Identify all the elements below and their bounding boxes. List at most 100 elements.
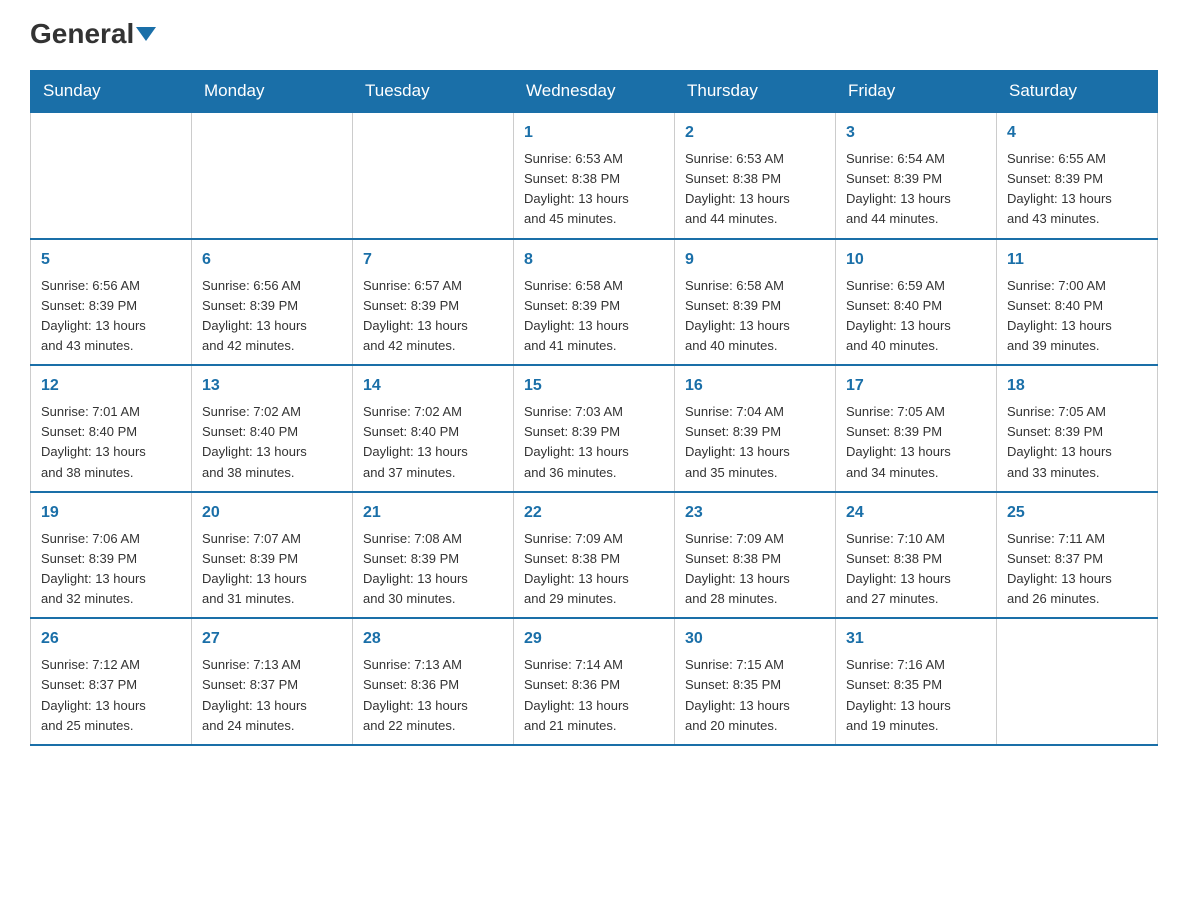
day-number: 10 <box>846 248 986 272</box>
calendar-cell <box>997 618 1158 745</box>
day-number: 4 <box>1007 121 1147 145</box>
calendar-cell: 11 Sunrise: 7:00 AM Sunset: 8:40 PM Dayli… <box>997 239 1158 366</box>
day-number: 12 <box>41 374 181 398</box>
day-number: 18 <box>1007 374 1147 398</box>
day-info: Sunrise: 7:05 AM Sunset: 8:39 PM Dayligh… <box>846 402 986 483</box>
day-info: Sunrise: 7:03 AM Sunset: 8:39 PM Dayligh… <box>524 402 664 483</box>
day-info: Sunrise: 7:02 AM Sunset: 8:40 PM Dayligh… <box>363 402 503 483</box>
day-number: 7 <box>363 248 503 272</box>
calendar-cell <box>353 112 514 239</box>
day-info: Sunrise: 7:01 AM Sunset: 8:40 PM Dayligh… <box>41 402 181 483</box>
calendar-cell: 31 Sunrise: 7:16 AM Sunset: 8:35 PM Dayli… <box>836 618 997 745</box>
day-number: 6 <box>202 248 342 272</box>
day-info: Sunrise: 7:08 AM Sunset: 8:39 PM Dayligh… <box>363 529 503 610</box>
calendar-cell: 19 Sunrise: 7:06 AM Sunset: 8:39 PM Dayli… <box>31 492 192 619</box>
calendar-table: SundayMondayTuesdayWednesdayThursdayFrid… <box>30 70 1158 746</box>
day-number: 23 <box>685 501 825 525</box>
day-number: 8 <box>524 248 664 272</box>
day-number: 26 <box>41 627 181 651</box>
calendar-cell: 16 Sunrise: 7:04 AM Sunset: 8:39 PM Dayli… <box>675 365 836 492</box>
calendar-cell: 29 Sunrise: 7:14 AM Sunset: 8:36 PM Dayli… <box>514 618 675 745</box>
calendar-cell: 6 Sunrise: 6:56 AM Sunset: 8:39 PM Daylig… <box>192 239 353 366</box>
day-info: Sunrise: 7:05 AM Sunset: 8:39 PM Dayligh… <box>1007 402 1147 483</box>
day-number: 27 <box>202 627 342 651</box>
day-info: Sunrise: 7:04 AM Sunset: 8:39 PM Dayligh… <box>685 402 825 483</box>
day-number: 3 <box>846 121 986 145</box>
calendar-week-4: 19 Sunrise: 7:06 AM Sunset: 8:39 PM Dayli… <box>31 492 1158 619</box>
day-info: Sunrise: 7:07 AM Sunset: 8:39 PM Dayligh… <box>202 529 342 610</box>
day-number: 1 <box>524 121 664 145</box>
day-info: Sunrise: 6:57 AM Sunset: 8:39 PM Dayligh… <box>363 276 503 357</box>
calendar-cell: 7 Sunrise: 6:57 AM Sunset: 8:39 PM Daylig… <box>353 239 514 366</box>
calendar-cell: 1Sunrise: 6:53 AM Sunset: 8:38 PM Daylig… <box>514 112 675 239</box>
day-info: Sunrise: 7:09 AM Sunset: 8:38 PM Dayligh… <box>685 529 825 610</box>
day-number: 17 <box>846 374 986 398</box>
day-info: Sunrise: 7:11 AM Sunset: 8:37 PM Dayligh… <box>1007 529 1147 610</box>
calendar-cell: 21Sunrise: 7:08 AM Sunset: 8:39 PM Dayli… <box>353 492 514 619</box>
day-info: Sunrise: 7:06 AM Sunset: 8:39 PM Dayligh… <box>41 529 181 610</box>
calendar-cell: 24 Sunrise: 7:10 AM Sunset: 8:38 PM Dayli… <box>836 492 997 619</box>
day-info: Sunrise: 7:02 AM Sunset: 8:40 PM Dayligh… <box>202 402 342 483</box>
day-info: Sunrise: 7:10 AM Sunset: 8:38 PM Dayligh… <box>846 529 986 610</box>
day-number: 30 <box>685 627 825 651</box>
calendar-week-5: 26 Sunrise: 7:12 AM Sunset: 8:37 PM Dayli… <box>31 618 1158 745</box>
weekday-header-saturday: Saturday <box>997 71 1158 113</box>
calendar-cell: 22 Sunrise: 7:09 AM Sunset: 8:38 PM Dayli… <box>514 492 675 619</box>
calendar-cell: 25 Sunrise: 7:11 AM Sunset: 8:37 PM Dayli… <box>997 492 1158 619</box>
calendar-cell: 20Sunrise: 7:07 AM Sunset: 8:39 PM Dayli… <box>192 492 353 619</box>
day-number: 16 <box>685 374 825 398</box>
day-number: 19 <box>41 501 181 525</box>
day-number: 15 <box>524 374 664 398</box>
day-number: 24 <box>846 501 986 525</box>
weekday-header-wednesday: Wednesday <box>514 71 675 113</box>
weekday-header-sunday: Sunday <box>31 71 192 113</box>
day-number: 25 <box>1007 501 1147 525</box>
calendar-cell <box>192 112 353 239</box>
calendar-cell: 14Sunrise: 7:02 AM Sunset: 8:40 PM Dayli… <box>353 365 514 492</box>
calendar-cell: 2Sunrise: 6:53 AM Sunset: 8:38 PM Daylig… <box>675 112 836 239</box>
logo: General <box>30 20 156 50</box>
weekday-header-friday: Friday <box>836 71 997 113</box>
calendar-cell: 3 Sunrise: 6:54 AM Sunset: 8:39 PM Daylig… <box>836 112 997 239</box>
day-number: 5 <box>41 248 181 272</box>
day-info: Sunrise: 6:55 AM Sunset: 8:39 PM Dayligh… <box>1007 149 1147 230</box>
day-number: 31 <box>846 627 986 651</box>
weekday-header-monday: Monday <box>192 71 353 113</box>
day-info: Sunrise: 6:56 AM Sunset: 8:39 PM Dayligh… <box>202 276 342 357</box>
calendar-cell: 4 Sunrise: 6:55 AM Sunset: 8:39 PM Daylig… <box>997 112 1158 239</box>
day-number: 2 <box>685 121 825 145</box>
page-header: General <box>30 20 1158 50</box>
day-info: Sunrise: 7:16 AM Sunset: 8:35 PM Dayligh… <box>846 655 986 736</box>
calendar-cell: 23 Sunrise: 7:09 AM Sunset: 8:38 PM Dayli… <box>675 492 836 619</box>
calendar-cell: 5 Sunrise: 6:56 AM Sunset: 8:39 PM Daylig… <box>31 239 192 366</box>
day-number: 28 <box>363 627 503 651</box>
day-number: 9 <box>685 248 825 272</box>
day-info: Sunrise: 6:58 AM Sunset: 8:39 PM Dayligh… <box>524 276 664 357</box>
calendar-week-3: 12 Sunrise: 7:01 AM Sunset: 8:40 PM Dayli… <box>31 365 1158 492</box>
calendar-cell: 15 Sunrise: 7:03 AM Sunset: 8:39 PM Dayli… <box>514 365 675 492</box>
day-info: Sunrise: 7:13 AM Sunset: 8:36 PM Dayligh… <box>363 655 503 736</box>
day-number: 29 <box>524 627 664 651</box>
day-info: Sunrise: 7:13 AM Sunset: 8:37 PM Dayligh… <box>202 655 342 736</box>
day-info: Sunrise: 7:14 AM Sunset: 8:36 PM Dayligh… <box>524 655 664 736</box>
calendar-cell: 12 Sunrise: 7:01 AM Sunset: 8:40 PM Dayli… <box>31 365 192 492</box>
day-info: Sunrise: 7:12 AM Sunset: 8:37 PM Dayligh… <box>41 655 181 736</box>
logo-arrow-icon <box>136 27 156 41</box>
weekday-header-row: SundayMondayTuesdayWednesdayThursdayFrid… <box>31 71 1158 113</box>
day-info: Sunrise: 7:09 AM Sunset: 8:38 PM Dayligh… <box>524 529 664 610</box>
calendar-cell: 8 Sunrise: 6:58 AM Sunset: 8:39 PM Daylig… <box>514 239 675 366</box>
day-info: Sunrise: 6:54 AM Sunset: 8:39 PM Dayligh… <box>846 149 986 230</box>
day-info: Sunrise: 6:56 AM Sunset: 8:39 PM Dayligh… <box>41 276 181 357</box>
day-number: 11 <box>1007 248 1147 272</box>
calendar-cell: 26 Sunrise: 7:12 AM Sunset: 8:37 PM Dayli… <box>31 618 192 745</box>
logo-general-text: General <box>30 18 134 49</box>
day-info: Sunrise: 6:59 AM Sunset: 8:40 PM Dayligh… <box>846 276 986 357</box>
calendar-cell <box>31 112 192 239</box>
day-number: 22 <box>524 501 664 525</box>
calendar-cell: 13Sunrise: 7:02 AM Sunset: 8:40 PM Dayli… <box>192 365 353 492</box>
day-info: Sunrise: 7:15 AM Sunset: 8:35 PM Dayligh… <box>685 655 825 736</box>
calendar-cell: 27 Sunrise: 7:13 AM Sunset: 8:37 PM Dayli… <box>192 618 353 745</box>
day-info: Sunrise: 7:00 AM Sunset: 8:40 PM Dayligh… <box>1007 276 1147 357</box>
calendar-cell: 17 Sunrise: 7:05 AM Sunset: 8:39 PM Dayli… <box>836 365 997 492</box>
calendar-cell: 28 Sunrise: 7:13 AM Sunset: 8:36 PM Dayli… <box>353 618 514 745</box>
